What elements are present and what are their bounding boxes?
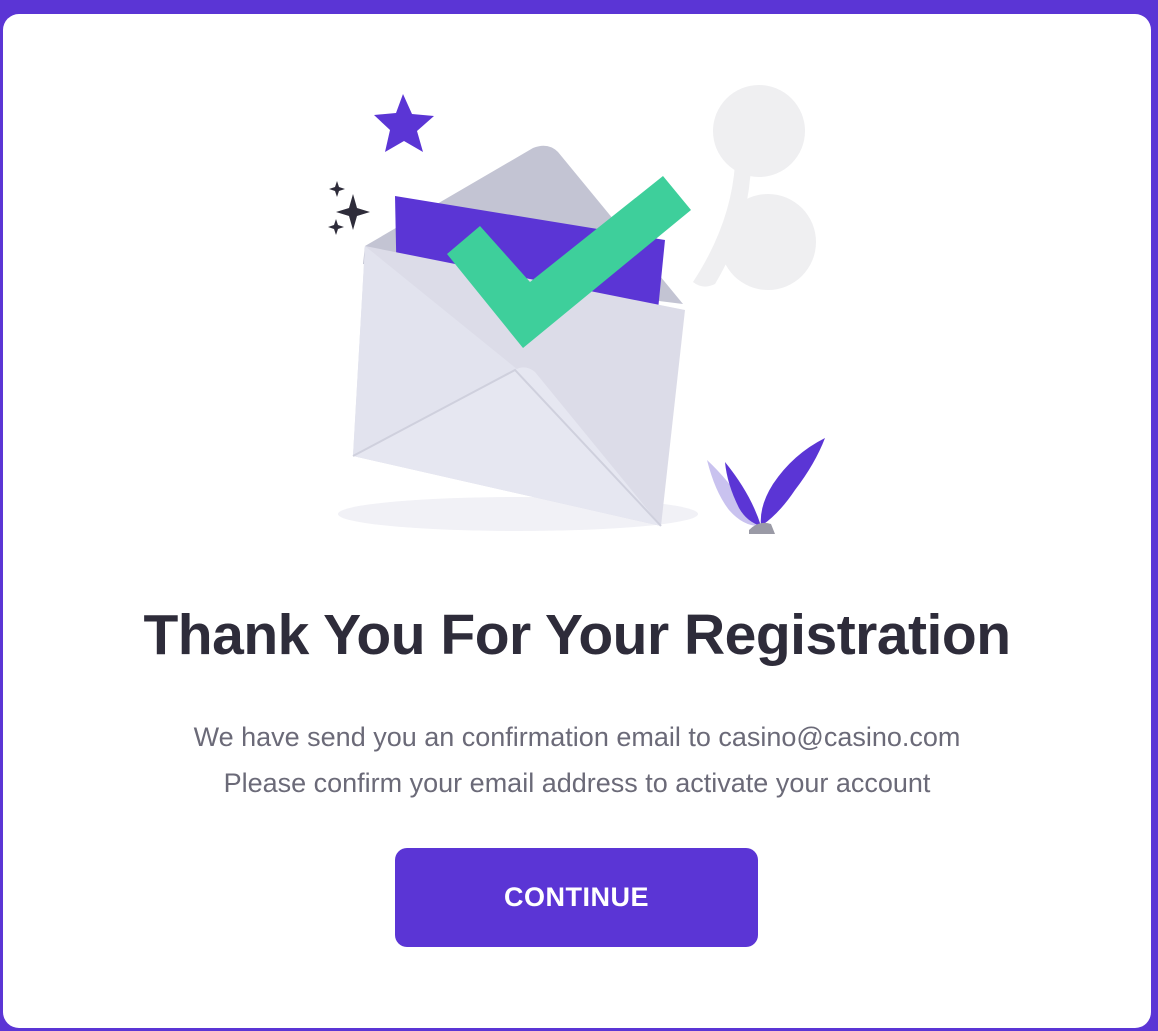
registration-dialog: Thank You For Your Registration We have … (3, 14, 1151, 1028)
leaf-icon (707, 438, 825, 534)
cloud-decoration (693, 85, 816, 290)
message-line-1: We have send you an confirmation email t… (193, 722, 961, 752)
email-confirmation-illustration (328, 85, 825, 534)
confirmation-message: We have send you an confirmation email t… (3, 714, 1151, 806)
page-title: Thank You For Your Registration (143, 603, 1011, 667)
sparkle-icon (328, 181, 370, 235)
message-line-2: Please confirm your email address to act… (223, 768, 931, 798)
star-icon (374, 94, 434, 152)
continue-button[interactable]: CONTINUE (395, 848, 758, 947)
